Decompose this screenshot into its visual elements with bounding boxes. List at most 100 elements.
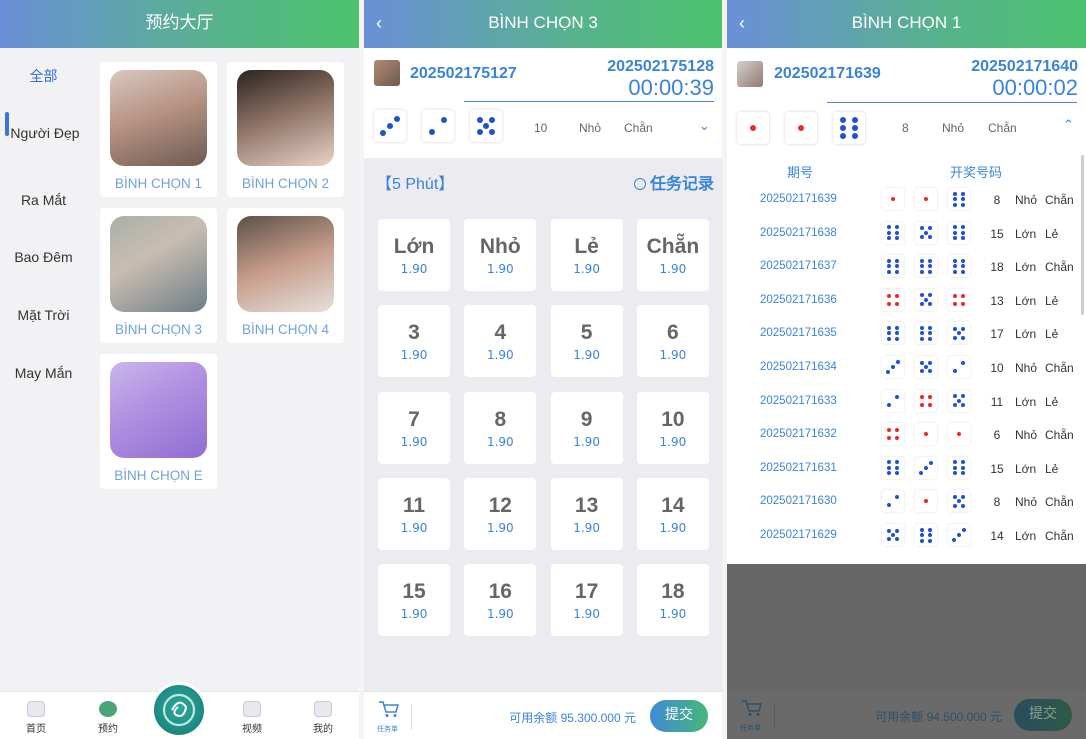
die-pip	[920, 538, 925, 543]
bet-option[interactable]: Nhỏ 1.90	[464, 219, 537, 291]
nav-home[interactable]: 首页	[11, 701, 61, 735]
bet-option[interactable]: 9 1.90	[550, 391, 623, 464]
die-pip	[960, 225, 965, 230]
history-sum: 17	[990, 327, 1004, 342]
bet-option-odds: 1.90	[573, 607, 600, 622]
center-logo-button[interactable]	[151, 682, 207, 738]
history-row: 202502171639 8 Nhỏ Chẵn	[727, 184, 1086, 217]
bet-option[interactable]: 15 1.90	[378, 564, 450, 637]
die-pip	[961, 528, 966, 533]
vote-room-grid: BÌNH CHỌN 1 BÌNH CHỌN 2 BÌNH CHỌN 3 BÌNH…	[87, 48, 359, 691]
bet-option[interactable]: 12 1.90	[464, 477, 537, 550]
bet-option[interactable]: 3 1.90	[378, 305, 450, 378]
die-face-4	[882, 288, 904, 311]
history-parity: Chẵn	[1045, 193, 1074, 207]
die-pip	[886, 528, 891, 533]
vote-room-3-screen: ‹ BÌNH CHỌN 3 202502175127 202502175128 …	[364, 0, 722, 739]
category-bao-dem[interactable]: Bao Đêm	[0, 249, 87, 265]
die-pip	[960, 269, 965, 274]
room-card[interactable]: BÌNH CHỌN 1	[100, 62, 217, 197]
back-arrow-icon[interactable]: ‹	[739, 0, 745, 46]
history-sum: 15	[990, 461, 1004, 476]
bet-option[interactable]: 6 1.90	[636, 305, 709, 378]
nav-mine[interactable]: 我的	[298, 701, 348, 735]
bet-option[interactable]: 11 1.90	[378, 477, 450, 550]
die-pip	[928, 293, 933, 298]
bet-option-odds: 1.90	[659, 434, 687, 449]
chevron-down-icon[interactable]: ⌄	[699, 119, 710, 134]
history-issue-number: 202502171630	[760, 495, 837, 508]
die-face-6	[948, 188, 970, 210]
bet-option[interactable]: 10 1.90	[636, 391, 709, 464]
bet-option-odds: 1.90	[400, 348, 428, 363]
die-pip	[953, 301, 958, 306]
die-face-2	[948, 356, 970, 378]
die-pip	[927, 264, 932, 269]
back-arrow-icon[interactable]: ‹	[376, 0, 382, 46]
die-face-4	[882, 423, 904, 446]
die-pip	[960, 197, 965, 201]
category-mat-troi[interactable]: Mặt Trời	[0, 307, 87, 323]
bet-option[interactable]: 5 1.90	[550, 305, 623, 378]
category-may-man[interactable]: May Mắn	[0, 365, 87, 381]
bet-option[interactable]: Lớn 1.90	[378, 219, 450, 291]
bet-option[interactable]: 7 1.90	[378, 391, 450, 464]
history-size: Lớn	[1015, 293, 1037, 308]
nav-video[interactable]: 视频	[227, 701, 277, 735]
issue-underline	[827, 102, 1077, 103]
die-pip	[919, 293, 924, 298]
history-parity: Lẻ	[1045, 394, 1059, 409]
die-pip	[960, 236, 965, 241]
die-pip	[952, 537, 957, 542]
die-pip	[894, 264, 899, 269]
die-face-5	[948, 490, 970, 513]
die-pip	[961, 394, 966, 399]
bet-option[interactable]: 18 1.90	[636, 564, 709, 637]
bet-option[interactable]: Chẵn 1.90	[636, 219, 709, 291]
die-face-5	[948, 322, 970, 345]
history-issue-number: 202502171635	[760, 327, 837, 340]
mode-row: 【5 Phút】 任务记录	[364, 160, 722, 204]
die-pip	[953, 236, 958, 241]
history-size: Lớn	[1015, 394, 1037, 409]
bet-option[interactable]: 16 1.90	[464, 564, 537, 637]
bet-option-name: 6	[667, 321, 679, 345]
category-ra-mat[interactable]: Ra Mắt	[0, 192, 87, 208]
countdown-timer: 00:00:02	[992, 75, 1078, 100]
next-issue-number: 202502171640	[971, 58, 1078, 75]
home-icon	[27, 701, 45, 717]
task-record-link[interactable]: 任务记录	[633, 170, 714, 194]
category-all[interactable]: 全部	[0, 66, 87, 86]
die-pip	[894, 495, 899, 500]
die-pip	[924, 499, 928, 504]
die-pip	[489, 129, 496, 136]
die-face-1	[915, 490, 937, 513]
nav-reserve[interactable]: 预约	[83, 701, 133, 735]
chevron-up-icon[interactable]: ⌃	[1063, 118, 1074, 133]
room-thumbnail	[110, 216, 207, 312]
history-size: Nhỏ	[1015, 428, 1038, 443]
room-avatar	[374, 60, 400, 86]
die-pip	[957, 533, 961, 537]
bet-option[interactable]: 8 1.90	[464, 391, 537, 464]
bet-option[interactable]: 4 1.90	[464, 305, 537, 378]
bet-option[interactable]: 13 1.90	[550, 477, 623, 550]
category-nguoi-dep[interactable]: Người Đẹp	[0, 126, 90, 140]
modal-overlay[interactable]: 任务单 可用余额 94.500.000 元 提交	[727, 564, 1086, 739]
room-card[interactable]: BÌNH CHỌN 2	[227, 62, 344, 197]
user-icon	[314, 701, 332, 717]
room-card[interactable]: BÌNH CHỌN 3	[100, 208, 217, 343]
die-face-5	[915, 221, 937, 244]
room-card[interactable]: BÌNH CHỌN E	[100, 354, 217, 489]
cart-icon[interactable]	[378, 700, 400, 718]
bet-option-odds: 1.90	[400, 434, 428, 449]
last-sum: 10	[534, 121, 548, 135]
room-card[interactable]: BÌNH CHỌN 4	[227, 208, 344, 343]
bet-option[interactable]: 14 1.90	[636, 477, 709, 550]
submit-button[interactable]: 提交	[650, 700, 708, 732]
bet-option-name: 12	[488, 493, 512, 517]
bet-option[interactable]: Lẻ 1.90	[550, 219, 623, 291]
die-face-5	[882, 524, 904, 546]
history-sum: 11	[990, 394, 1004, 409]
bet-option[interactable]: 17 1.90	[550, 564, 623, 637]
